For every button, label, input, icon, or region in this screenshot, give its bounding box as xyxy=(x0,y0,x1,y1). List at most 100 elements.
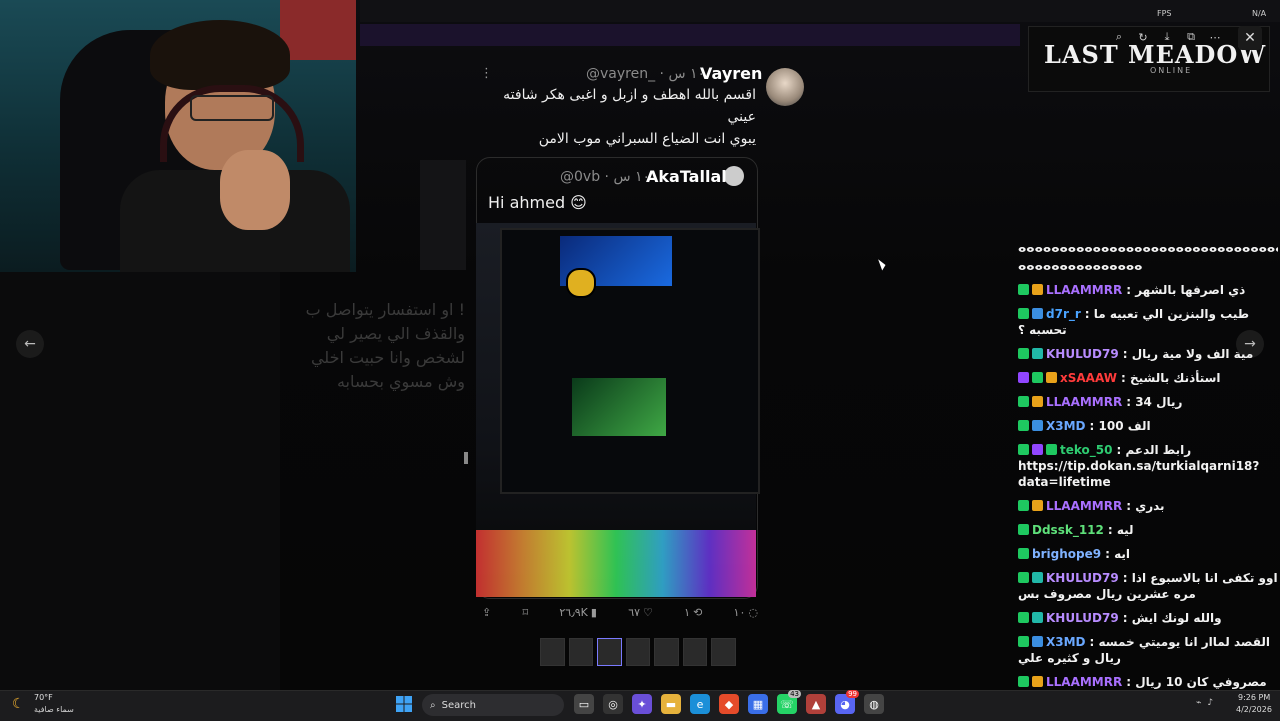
windows-start-icon[interactable] xyxy=(396,696,412,712)
chat-badge-icon[interactable] xyxy=(1018,308,1029,319)
chat-username[interactable]: KHULUD79 xyxy=(1046,347,1119,361)
chat-username[interactable]: Ddssk_112 xyxy=(1032,523,1104,537)
chat-username[interactable]: KHULUD79 xyxy=(1046,571,1119,585)
chat-badge-icon[interactable] xyxy=(1046,372,1057,383)
tweet-author-avatar[interactable] xyxy=(766,68,804,106)
webcam-hair xyxy=(150,20,290,90)
webcam-poster xyxy=(280,0,356,60)
chat-badge-icon[interactable] xyxy=(1032,636,1043,647)
rotate-icon[interactable]: ↻ xyxy=(1134,28,1152,46)
chat-badge-icon[interactable] xyxy=(1032,612,1043,623)
chat-badge-icon[interactable] xyxy=(1018,348,1029,359)
chat-username[interactable]: LLAAMMRR xyxy=(1046,283,1122,297)
na-label: N/A xyxy=(1252,9,1267,18)
chat-badge-icon[interactable] xyxy=(1032,284,1043,295)
weather-temperature[interactable]: 70°F xyxy=(34,693,53,702)
chat-badge-icon[interactable] xyxy=(1018,572,1029,583)
chat-badge-icon[interactable] xyxy=(1018,372,1029,383)
whatsapp-icon[interactable]: ☏ 43 xyxy=(777,690,801,714)
thumbnail[interactable] xyxy=(568,638,594,666)
discord-icon[interactable]: ◕ 99 xyxy=(835,690,859,714)
download-icon[interactable]: ⤓ xyxy=(1158,28,1176,46)
chat-badge-icon[interactable] xyxy=(1032,308,1043,319)
scroll-indicator[interactable] xyxy=(464,452,468,464)
thumbnail[interactable] xyxy=(597,638,622,666)
chat-username[interactable]: LLAAMMRR xyxy=(1046,675,1122,689)
like-action[interactable]: ٦٧ ♡ xyxy=(628,606,653,619)
chat-badge-icon[interactable] xyxy=(1032,444,1043,455)
volume-icon[interactable]: ♪ xyxy=(1207,698,1213,708)
store-icon[interactable]: ▦ xyxy=(748,694,768,714)
chat-username[interactable]: teko_50 xyxy=(1060,443,1112,457)
quote-text: Hi ahmed 😊 xyxy=(488,193,587,212)
chat-badge-icon[interactable] xyxy=(1018,548,1029,559)
thumbnail[interactable] xyxy=(654,638,679,666)
thumbnail[interactable] xyxy=(682,638,708,666)
task-view-icon[interactable]: ▭ xyxy=(574,694,594,714)
chat-badge-icon[interactable] xyxy=(1032,372,1043,383)
views-count: ٢٦٫٩K xyxy=(559,606,588,619)
bookmark-action[interactable]: ⌑ xyxy=(522,606,528,619)
tweet-author-name[interactable]: Vayren xyxy=(700,64,762,83)
chat-badge-icon[interactable] xyxy=(1032,500,1043,511)
edge-icon[interactable]: e xyxy=(690,694,710,714)
likes-count: ٦٧ xyxy=(628,606,641,619)
chat-username[interactable]: brighope9 xyxy=(1032,547,1101,561)
chat-badge-icon[interactable] xyxy=(1018,500,1029,511)
chat-badge-icon[interactable] xyxy=(1032,572,1043,583)
file-explorer-icon[interactable]: ▬ xyxy=(661,694,681,714)
chat-username[interactable]: xSAAAW xyxy=(1060,371,1117,385)
chat-badge-icon[interactable] xyxy=(1032,348,1043,359)
obs-icon[interactable]: ◍ xyxy=(864,694,884,714)
chat-badge-icon[interactable] xyxy=(1018,444,1029,455)
chat-badge-icon[interactable] xyxy=(1018,612,1029,623)
image-thumbnail-strip xyxy=(540,638,737,666)
brave-icon[interactable]: ◆ xyxy=(719,694,739,714)
chat-username[interactable]: KHULUD79 xyxy=(1046,611,1119,625)
chat-message-list: LLAAMMRR: ذي اصرفها بالشهر d7r_r: طيب وال… xyxy=(1018,282,1278,690)
share-icon: ⇪ xyxy=(482,606,492,619)
network-icon[interactable]: ⌁ xyxy=(1196,698,1201,708)
more-icon[interactable]: ⋯ xyxy=(1206,28,1224,46)
thumbnail[interactable] xyxy=(625,638,651,666)
thumbnail[interactable] xyxy=(540,638,565,666)
chat-badge-icon[interactable] xyxy=(1032,396,1043,407)
share-action[interactable]: ⇪ xyxy=(482,606,491,619)
weather-description[interactable]: سماء صافية xyxy=(34,705,74,714)
chat-message: LLAAMMRR: بدري xyxy=(1018,498,1278,514)
chat-badge-icon[interactable] xyxy=(1018,676,1029,687)
thumbnail[interactable] xyxy=(711,638,737,666)
chat-username[interactable]: d7r_r xyxy=(1046,307,1081,321)
chat-message: brighope9: ايه xyxy=(1018,546,1278,562)
views-action[interactable]: ٢٦٫٩K ▮ xyxy=(559,606,597,619)
chat-username[interactable]: LLAAMMRR xyxy=(1046,499,1122,513)
open-external-icon[interactable]: ⧉ xyxy=(1182,28,1200,46)
clock-date[interactable]: 4/2/2026 xyxy=(1236,705,1272,714)
chat-badge-icon[interactable] xyxy=(1018,396,1029,407)
clock-time[interactable]: 9:26 PM xyxy=(1238,693,1270,702)
app-icon[interactable]: ▲ xyxy=(806,694,826,714)
close-viewer-button[interactable]: ✕ xyxy=(1238,26,1262,50)
retweet-action[interactable]: ١ ⟲ xyxy=(684,606,702,619)
copilot-icon[interactable]: ✦ xyxy=(632,694,652,714)
chat-username[interactable]: LLAAMMRR xyxy=(1046,395,1122,409)
discord-badge: 99 xyxy=(846,690,859,698)
chat-badge-icon[interactable] xyxy=(1032,420,1043,431)
chat-badge-icon[interactable] xyxy=(1018,524,1029,535)
chat-badge-icon[interactable] xyxy=(1032,676,1043,687)
zoom-icon[interactable]: ⌕ xyxy=(1110,28,1128,46)
weather-moon-icon[interactable]: ☾ xyxy=(12,696,28,712)
previous-arrow-icon[interactable]: ← xyxy=(16,330,44,358)
chat-badge-icon[interactable] xyxy=(1018,636,1029,647)
widgets-icon[interactable]: ◎ xyxy=(603,694,623,714)
reply-action[interactable]: ١٠ ◌ xyxy=(734,606,758,619)
chat-badge-icon[interactable] xyxy=(1018,284,1029,295)
taskbar-search-box[interactable]: ⌕ Search xyxy=(422,694,564,716)
chat-message: LLAAMMRR: مصروفي كان 10 ريال بالمدرسه ال… xyxy=(1018,674,1278,690)
chat-username[interactable]: X3MD xyxy=(1046,635,1086,649)
chat-username[interactable]: X3MD xyxy=(1046,419,1086,433)
fps-label: FPS xyxy=(1157,9,1172,18)
more-options-icon[interactable]: ⋮ xyxy=(480,66,493,81)
chat-badge-icon[interactable] xyxy=(1018,420,1029,431)
chat-badge-icon[interactable] xyxy=(1046,444,1057,455)
